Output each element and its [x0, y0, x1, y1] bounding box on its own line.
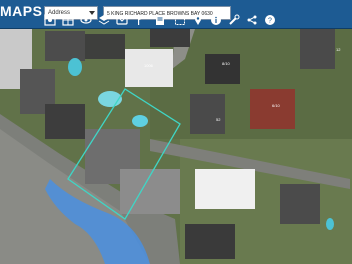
share-icon[interactable] — [246, 14, 258, 26]
location-pin-icon[interactable] — [192, 14, 204, 26]
house-number-label: 8/10 — [222, 61, 231, 66]
house-number-label: 12 — [336, 47, 341, 52]
eye-icon[interactable] — [80, 14, 92, 26]
layers-icon[interactable] — [98, 14, 110, 26]
app-logo: MAPS — [0, 3, 43, 19]
house-number-label: 6/10 — [272, 103, 281, 108]
info-icon[interactable] — [210, 14, 222, 26]
flag-icon[interactable] — [136, 14, 148, 26]
selection-icon[interactable] — [174, 14, 186, 26]
top-toolbar: MAPS Address 5 KING RICHARD PLACE BROWNS… — [0, 0, 352, 29]
download-icon[interactable] — [116, 14, 128, 26]
house-number-label: 1006 — [144, 63, 154, 68]
svg-text:?: ? — [268, 18, 272, 25]
grid-icon[interactable] — [62, 14, 74, 26]
house-roof — [125, 49, 173, 87]
help-icon[interactable]: ? — [264, 14, 276, 26]
aerial-map[interactable]: 1006 8/10 6/10 12 52 — [0, 29, 352, 264]
document-icon[interactable] — [154, 14, 166, 26]
zoom-extent-icon[interactable] — [44, 14, 56, 26]
tools-icon[interactable] — [228, 14, 240, 26]
house-number-label: 52 — [216, 117, 221, 122]
